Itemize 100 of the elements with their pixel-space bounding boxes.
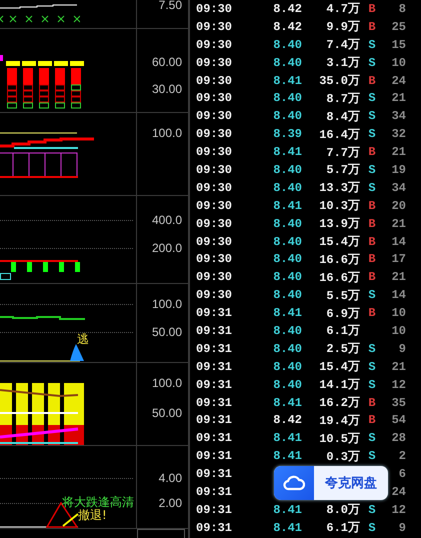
time-cell-text: 09:30 bbox=[196, 162, 234, 177]
side-cell-text: S bbox=[367, 180, 377, 195]
count-cell-text: 2 bbox=[398, 449, 406, 464]
count-cell-text: 35 bbox=[390, 396, 406, 410]
time-cell-text: 09:31 bbox=[196, 467, 234, 482]
side-cell-text: S bbox=[367, 162, 377, 177]
price-cell-text: 8.41 bbox=[272, 306, 302, 320]
count-cell-text: 19 bbox=[390, 162, 406, 177]
count-cell-text: 20 bbox=[390, 198, 406, 213]
time-cell-text: 09:31 bbox=[196, 502, 234, 517]
volume-cell-text: 10.3万 bbox=[318, 198, 360, 214]
volume-cell-text: 13.9万 bbox=[318, 216, 360, 232]
time-cell-text: 09:30 bbox=[196, 252, 234, 266]
price-cell-text: 8.40 bbox=[272, 162, 302, 177]
time-cell-text: 09:30 bbox=[196, 109, 234, 124]
time-cell-text: 09:30 bbox=[196, 198, 234, 213]
price-cell-text: 8.41 bbox=[272, 449, 302, 464]
count-cell-text: 34 bbox=[390, 109, 406, 124]
count-cell-text: 8 bbox=[398, 2, 406, 16]
volume-cell-text: 4.7万 bbox=[325, 1, 360, 18]
side-cell-text: B bbox=[367, 270, 377, 284]
cloud-icon bbox=[283, 475, 305, 491]
time-cell-text: 09:31 bbox=[196, 484, 234, 499]
side-cell-text: S bbox=[367, 56, 377, 70]
side-cell-text: B bbox=[367, 198, 377, 213]
price-cell-text: 8.40 bbox=[272, 270, 302, 284]
axis-label: 30.00 bbox=[152, 82, 182, 96]
volume-cell-text: 8.0万 bbox=[325, 502, 360, 518]
readout-box bbox=[137, 529, 185, 538]
count-cell-text: 17 bbox=[390, 252, 406, 266]
count-cell-text: 21 bbox=[390, 270, 406, 284]
time-cell-text: 09:30 bbox=[196, 180, 234, 195]
side-cell-text: B bbox=[367, 2, 377, 16]
volume-cell-text: 5.7万 bbox=[325, 162, 360, 178]
side-cell-text: B bbox=[367, 20, 377, 34]
volume-cell-text: 9.9万 bbox=[325, 19, 360, 36]
count-cell-text: 21 bbox=[390, 91, 406, 106]
count-cell-text: 9 bbox=[398, 342, 406, 356]
side-cell-text: S bbox=[367, 127, 377, 142]
side-cell-text: B bbox=[367, 306, 377, 320]
volume-cell-text: 3.1万 bbox=[325, 55, 360, 72]
volume-cell-text: 14.1万 bbox=[318, 377, 360, 394]
side-cell-text: S bbox=[367, 109, 377, 124]
count-cell-text: 21 bbox=[390, 216, 406, 231]
volume-cell-text: 7.4万 bbox=[325, 37, 360, 54]
axis-label: 7.50 bbox=[158, 0, 182, 12]
side-cell-text: S bbox=[367, 288, 377, 302]
side-cell-text: S bbox=[367, 91, 377, 106]
count-cell-text: 34 bbox=[390, 180, 406, 195]
side-cell-text: B bbox=[367, 396, 377, 410]
axis-label: 400.0 bbox=[152, 213, 182, 227]
time-cell-text: 09:30 bbox=[196, 216, 234, 231]
axis-label: 50.00 bbox=[152, 325, 182, 339]
count-cell-text: 10 bbox=[390, 324, 406, 338]
time-cell-text: 09:31 bbox=[196, 396, 234, 410]
volume-cell-text: 16.4万 bbox=[318, 126, 360, 143]
axis-label: 2.00 bbox=[158, 496, 182, 510]
count-cell-text: 9 bbox=[398, 520, 406, 535]
count-cell-text: 15 bbox=[390, 38, 406, 52]
axis-label: 4.00 bbox=[158, 471, 182, 485]
count-cell-text: 24 bbox=[390, 74, 406, 88]
volume-cell-text: 15.4万 bbox=[318, 359, 360, 376]
count-cell-text: 28 bbox=[390, 431, 406, 446]
price-cell-text: 8.42 bbox=[272, 413, 302, 428]
side-cell-text: S bbox=[367, 431, 377, 446]
time-cell-text: 09:30 bbox=[196, 127, 234, 142]
price-cell-text: 8.40 bbox=[272, 180, 302, 195]
volume-cell-text: 16.6万 bbox=[318, 252, 360, 268]
time-cell-text: 09:30 bbox=[196, 145, 234, 160]
time-cell-text: 09:30 bbox=[196, 38, 234, 52]
count-cell-text: 25 bbox=[390, 20, 406, 34]
cloud-drive-badge[interactable]: 夸克网盘 bbox=[274, 466, 388, 500]
price-cell-text: 8.40 bbox=[272, 109, 302, 124]
price-cell-text: 8.40 bbox=[272, 234, 302, 249]
price-cell-text: 8.41 bbox=[272, 431, 302, 446]
side-cell-text: S bbox=[367, 502, 377, 517]
count-cell-text: 6 bbox=[398, 467, 406, 482]
axis-label: 60.00 bbox=[152, 55, 182, 69]
side-cell-text: S bbox=[367, 38, 377, 52]
count-cell-text: 10 bbox=[390, 306, 406, 320]
side-cell-text: S bbox=[367, 520, 377, 535]
side-cell-text: S bbox=[367, 360, 377, 374]
volume-cell-text: 8.4万 bbox=[325, 108, 360, 125]
side-cell-text: B bbox=[367, 74, 377, 88]
price-cell-text: 8.41 bbox=[272, 198, 302, 213]
price-cell-text: 8.40 bbox=[272, 91, 302, 106]
count-cell-text: 14 bbox=[390, 288, 406, 302]
volume-cell-text: 35.0万 bbox=[318, 73, 360, 89]
side-cell-text: S bbox=[367, 378, 377, 392]
time-cell-text: 09:31 bbox=[196, 378, 234, 392]
time-cell-text: 09:30 bbox=[196, 74, 234, 88]
volume-cell-text: 5.5万 bbox=[325, 288, 360, 304]
volume-cell-text: 10.5万 bbox=[318, 430, 360, 447]
time-cell-text: 09:30 bbox=[196, 270, 234, 284]
count-cell-text: 21 bbox=[390, 360, 406, 374]
volume-cell-text: 15.4万 bbox=[318, 234, 360, 250]
volume-cell-text: 2.5万 bbox=[325, 341, 360, 358]
warning-label: 撤退! bbox=[78, 509, 107, 522]
price-cell-text: 8.40 bbox=[272, 324, 302, 338]
price-cell-text: 8.40 bbox=[272, 252, 302, 266]
